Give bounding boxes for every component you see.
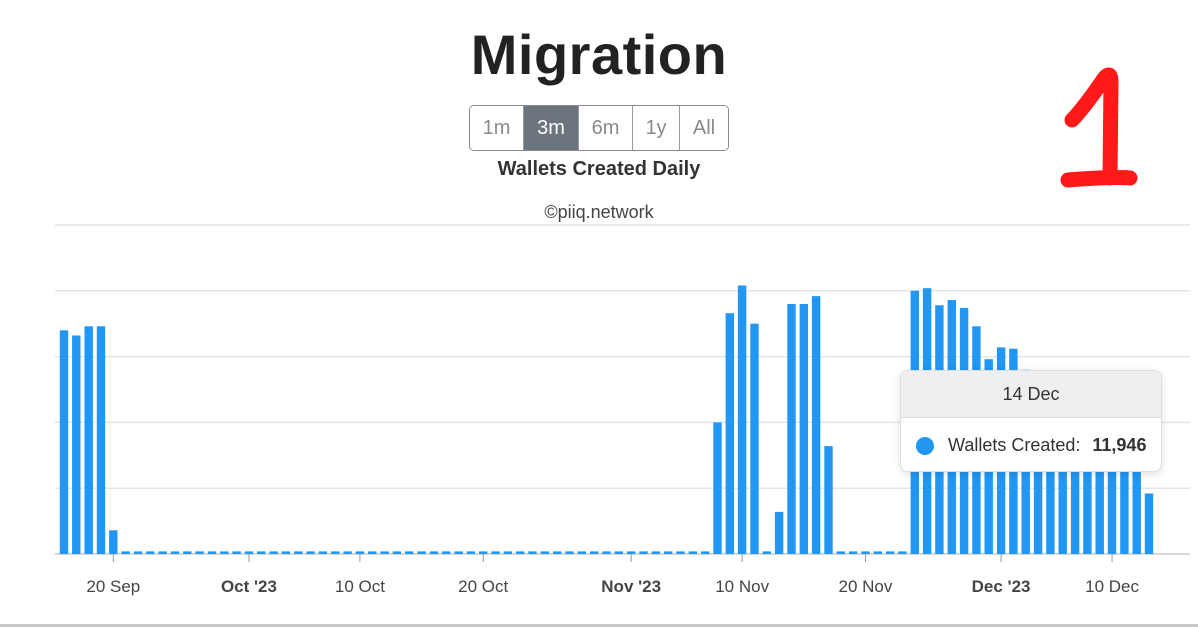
bottom-divider — [0, 624, 1198, 627]
bar[interactable] — [590, 551, 599, 554]
tooltip-series-label: Wallets Created: — [948, 435, 1081, 455]
bar[interactable] — [737, 285, 747, 555]
bar[interactable] — [540, 551, 550, 554]
series-dot-icon — [916, 436, 934, 455]
bar[interactable] — [553, 551, 562, 554]
x-tick-label: 20 Sep — [86, 577, 140, 596]
bar[interactable] — [207, 551, 217, 554]
bar[interactable] — [405, 551, 414, 554]
bar[interactable] — [269, 551, 278, 554]
bar[interactable] — [121, 551, 130, 554]
bar[interactable] — [133, 551, 143, 554]
bar[interactable] — [577, 551, 587, 554]
bar[interactable] — [72, 335, 81, 555]
bar[interactable] — [824, 446, 833, 554]
bar[interactable] — [639, 551, 648, 554]
bar[interactable] — [799, 304, 808, 554]
bar[interactable] — [528, 551, 537, 554]
bar[interactable] — [602, 551, 611, 554]
bar[interactable] — [565, 551, 574, 554]
bar[interactable] — [713, 422, 722, 554]
bar[interactable] — [158, 551, 167, 554]
bar[interactable] — [651, 551, 660, 554]
bar[interactable] — [627, 551, 636, 554]
bar[interactable] — [146, 551, 155, 554]
bar[interactable] — [762, 551, 771, 554]
bar[interactable] — [614, 551, 623, 554]
bar[interactable] — [466, 551, 476, 554]
bar[interactable] — [1144, 493, 1154, 555]
bar[interactable] — [750, 323, 759, 554]
bar[interactable] — [454, 551, 463, 554]
bar-chart: 20 Sep Oct '23 10 Oct 20 Oct Nov '23 10 Nov 20… — [55, 224, 1190, 596]
bar[interactable] — [701, 551, 710, 554]
x-axis: 20 Sep Oct '23 10 Oct 20 Oct Nov '23 10 Nov 20… — [86, 554, 1139, 596]
x-tick-label: 20 Nov — [839, 577, 893, 596]
bar[interactable] — [380, 551, 389, 554]
bar[interactable] — [244, 551, 254, 554]
bar[interactable] — [688, 551, 697, 554]
tooltip-value: 11,946 — [1092, 435, 1147, 455]
bar[interactable] — [343, 551, 352, 554]
bar[interactable] — [861, 551, 870, 554]
bar[interactable] — [676, 551, 685, 554]
bar[interactable] — [787, 304, 796, 554]
bar[interactable] — [232, 551, 241, 554]
bar[interactable] — [429, 551, 439, 554]
bar[interactable] — [503, 551, 513, 554]
bar[interactable] — [811, 296, 821, 554]
tooltip-date: 14 Dec — [901, 371, 1161, 418]
bar[interactable] — [318, 551, 328, 554]
bar[interactable] — [294, 551, 303, 554]
x-tick-label: 10 Nov — [715, 577, 769, 596]
x-tick-label: Nov '23 — [601, 577, 661, 596]
bar[interactable] — [368, 551, 377, 554]
x-tick-label: Oct '23 — [221, 577, 277, 596]
bar[interactable] — [183, 551, 192, 554]
x-tick-label: 10 Oct — [335, 577, 385, 596]
bar[interactable] — [170, 551, 180, 554]
bar[interactable] — [257, 551, 266, 554]
bar[interactable] — [281, 551, 291, 554]
bar[interactable] — [59, 330, 69, 554]
bar[interactable] — [885, 551, 895, 554]
bar[interactable] — [306, 551, 315, 554]
bar[interactable] — [491, 551, 500, 554]
bar[interactable] — [774, 511, 784, 554]
bar[interactable] — [873, 551, 882, 554]
x-tick-label: Dec '23 — [972, 577, 1031, 596]
tooltip-body: Wallets Created: 11,946 — [901, 418, 1161, 471]
bar[interactable] — [96, 326, 106, 554]
bar[interactable] — [355, 551, 365, 554]
bar[interactable] — [331, 551, 340, 554]
x-tick-label: 20 Oct — [458, 577, 508, 596]
bar[interactable] — [442, 551, 451, 554]
bar[interactable] — [664, 551, 673, 554]
bar[interactable] — [417, 551, 426, 554]
bar[interactable] — [836, 551, 845, 554]
bar[interactable] — [195, 551, 204, 554]
chart-tooltip: 14 Dec Wallets Created: 11,946 — [900, 370, 1162, 472]
bar[interactable] — [479, 551, 488, 554]
x-tick-label: 10 Dec — [1085, 577, 1139, 596]
bar[interactable] — [725, 313, 734, 554]
bar[interactable] — [898, 551, 907, 554]
bar[interactable] — [220, 551, 229, 554]
bar[interactable] — [516, 551, 525, 554]
bar[interactable] — [109, 530, 118, 554]
bar[interactable] — [392, 551, 402, 554]
bar[interactable] — [848, 551, 858, 554]
bar[interactable] — [84, 326, 93, 554]
